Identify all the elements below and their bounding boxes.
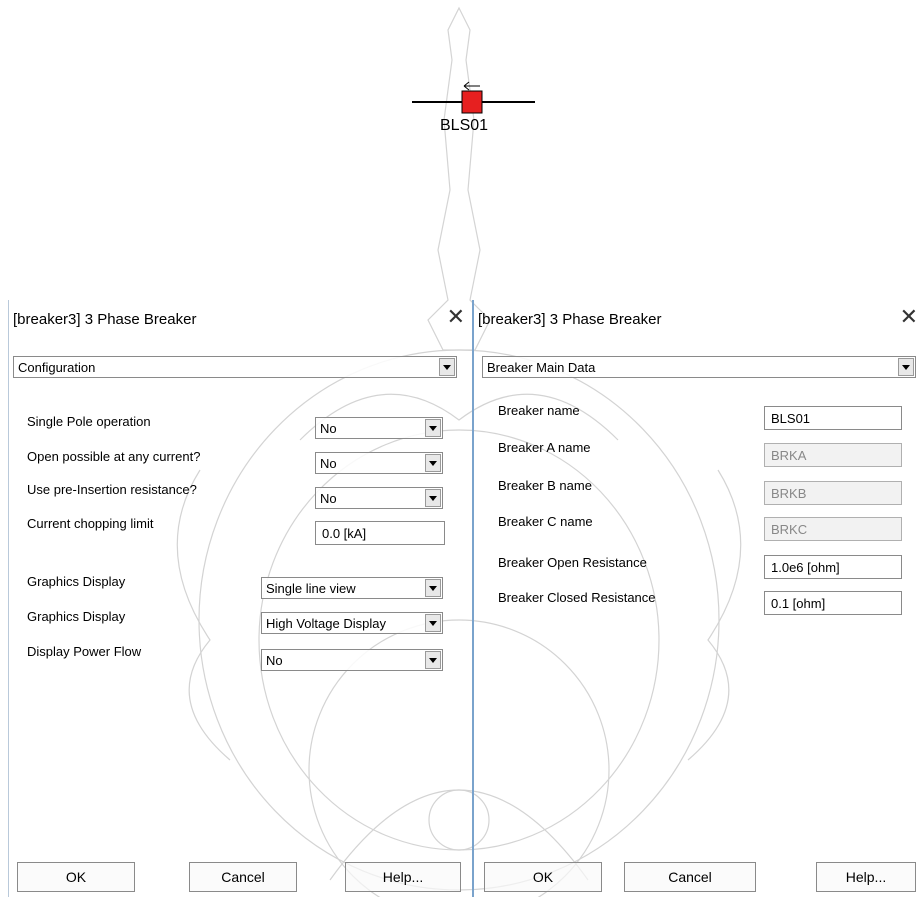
config-dialog: [breaker3] 3 Phase Breaker ✕ Configurati… [8,300,471,897]
breaker-schematic[interactable]: BLS01 [400,70,550,150]
graphics-view-select[interactable]: Single line view [261,577,443,599]
closed-resistance-input[interactable]: 0.1 [ohm] [764,591,902,615]
graphics-display-label: Graphics Display [27,609,126,624]
help-button[interactable]: Help... [345,862,461,892]
breaker-symbol[interactable] [400,70,550,120]
breaker-name-input[interactable]: BLS01 [764,406,902,430]
dialog-title: [breaker3] 3 Phase Breaker [478,311,662,328]
ok-button[interactable]: OK [17,862,135,892]
chevron-down-icon[interactable] [425,614,441,632]
pre-insertion-select[interactable]: No [315,487,443,509]
pre-insertion-label: Use pre-Insertion resistance? [27,482,197,497]
help-button[interactable]: Help... [816,862,916,892]
graphics-voltage-select[interactable]: High Voltage Display [261,612,443,634]
chevron-down-icon[interactable] [425,651,441,669]
chevron-down-icon[interactable] [425,489,441,507]
chopping-limit-label: Current chopping limit [27,516,154,531]
section-select[interactable]: Configuration [13,356,457,378]
breaker-a-name-input: BRKA [764,443,902,467]
breaker-b-name-input: BRKB [764,481,902,505]
chevron-down-icon[interactable] [439,358,455,376]
breaker-a-name-label: Breaker A name [498,440,591,455]
open-resistance-label: Breaker Open Resistance [498,555,647,570]
open-possible-select[interactable]: No [315,452,443,474]
chevron-down-icon[interactable] [425,454,441,472]
ok-button[interactable]: OK [484,862,602,892]
cancel-button[interactable]: Cancel [189,862,297,892]
graphics-display-label: Graphics Display [27,574,126,589]
breaker-b-name-label: Breaker B name [498,478,592,493]
main-data-dialog: [breaker3] 3 Phase Breaker ✕ Breaker Mai… [472,300,918,897]
dialog-title: [breaker3] 3 Phase Breaker [13,311,197,328]
power-flow-select[interactable]: No [261,649,443,671]
open-resistance-input[interactable]: 1.0e6 [ohm] [764,555,902,579]
section-select[interactable]: Breaker Main Data [482,356,916,378]
chopping-limit-input[interactable]: 0.0 [kA] [315,521,445,545]
chevron-down-icon[interactable] [425,419,441,437]
single-pole-select[interactable]: No [315,417,443,439]
breaker-label: BLS01 [440,117,489,134]
chevron-down-icon[interactable] [898,358,914,376]
breaker-c-name-label: Breaker C name [498,514,593,529]
breaker-c-name-input: BRKC [764,517,902,541]
power-flow-label: Display Power Flow [27,644,142,659]
single-pole-label: Single Pole operation [27,414,151,429]
breaker-name-label: Breaker name [498,403,580,418]
close-icon[interactable]: ✕ [447,307,465,329]
chevron-down-icon[interactable] [425,579,441,597]
closed-resistance-label: Breaker Closed Resistance [498,590,656,605]
cancel-button[interactable]: Cancel [624,862,756,892]
open-possible-label: Open possible at any current? [27,449,201,464]
close-icon[interactable]: ✕ [900,307,918,329]
